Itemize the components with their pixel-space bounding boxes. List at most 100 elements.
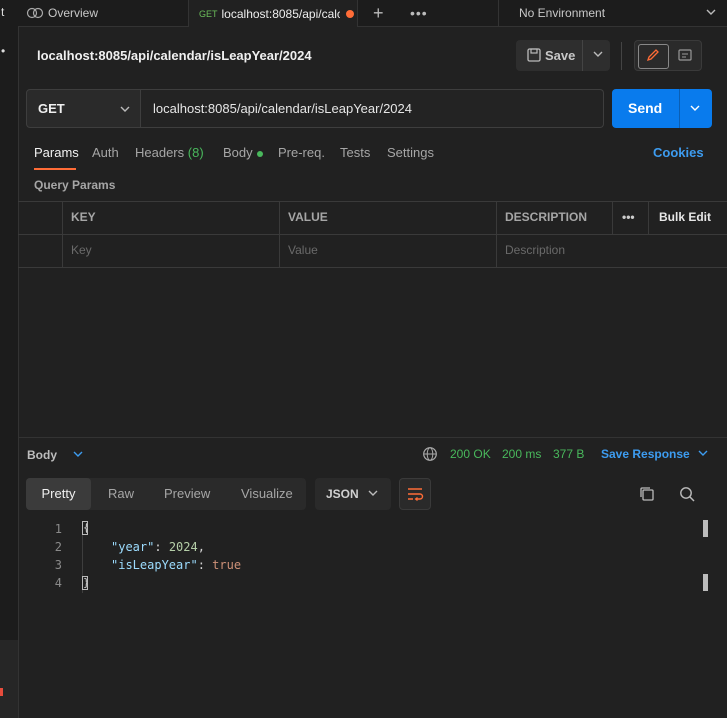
request-title[interactable]: localhost:8085/api/calendar/isLeapYear/2… [37, 48, 312, 63]
json-value-isleapyear: true [212, 558, 242, 572]
body-indicator-dot [256, 150, 263, 157]
tab-tests[interactable]: Tests [340, 145, 370, 160]
table-border [18, 201, 727, 202]
overview-icon [26, 7, 44, 19]
wrap-lines-button[interactable] [399, 478, 431, 510]
column-options-icon[interactable]: ••• [622, 210, 635, 224]
tab-body[interactable]: Body [223, 145, 263, 160]
tab-overview-label: Overview [48, 6, 99, 20]
tab-active-request[interactable]: GET localhost:8085/api/calc [188, 0, 358, 27]
copy-icon[interactable] [638, 485, 656, 503]
save-button[interactable]: Save [516, 40, 610, 71]
left-strip-marker [0, 688, 3, 696]
close-brace: } [82, 576, 88, 590]
query-params-title: Query Params [34, 178, 116, 192]
wrap-lines-icon [408, 488, 424, 501]
headers-count: (8) [187, 145, 204, 160]
chevron-down-icon [706, 9, 716, 15]
json-line-leap: "isLeapYear": true [111, 558, 242, 572]
tab-params[interactable]: Params [34, 145, 79, 160]
cookies-link[interactable]: Cookies [653, 145, 704, 160]
url-input[interactable] [141, 89, 604, 128]
unsaved-dot-icon [345, 9, 354, 18]
response-body-label: Body [27, 448, 57, 462]
tab-prereq[interactable]: Pre-req. [278, 145, 325, 160]
send-divider [679, 89, 680, 128]
environment-label: No Environment [519, 6, 606, 20]
format-selector[interactable]: JSON [315, 478, 391, 510]
save-divider [582, 40, 583, 71]
table-border [496, 201, 497, 268]
tab-active-label: localhost:8085/api/calc [221, 6, 340, 21]
bulk-edit-button[interactable]: Bulk Edit [659, 210, 711, 224]
left-strip-dot: • [1, 44, 6, 58]
json-key-isleapyear: "isLeapYear" [111, 558, 198, 572]
json-value-year: 2024 [168, 540, 198, 554]
view-tab-preview[interactable]: Preview [164, 478, 210, 510]
method-label: GET [38, 101, 65, 116]
header-divider [621, 42, 622, 70]
comment-icon[interactable] [677, 48, 693, 64]
param-value-input[interactable]: Value [288, 243, 318, 257]
chevron-down-icon [73, 451, 83, 457]
left-strip-glyph: t [1, 5, 5, 19]
save-options-chevron-icon[interactable] [592, 48, 604, 60]
tab-overview[interactable]: Overview [26, 0, 186, 26]
table-border [279, 201, 280, 268]
search-icon[interactable] [678, 485, 696, 503]
environment-selector[interactable]: No Environment [498, 0, 727, 26]
tab-body-label: Body [223, 145, 253, 160]
chevron-down-icon [368, 490, 378, 496]
line-number: 3 [54, 558, 62, 572]
column-header-key: KEY [71, 210, 96, 224]
send-button[interactable]: Send [612, 89, 712, 128]
left-strip-bottom [0, 640, 18, 718]
edit-mode-button[interactable] [638, 44, 669, 69]
tab-method-badge: GET [199, 8, 218, 19]
tab-headers-label: Headers [135, 145, 185, 160]
scrollbar-marker [703, 574, 708, 591]
view-tab-visualize[interactable]: Visualize [241, 478, 293, 510]
method-selector[interactable]: GET [26, 89, 141, 128]
new-tab-plus-icon[interactable]: + [373, 0, 384, 26]
chevron-down-icon [120, 106, 130, 112]
tab-headers[interactable]: Headers (8) [135, 145, 204, 160]
globe-icon[interactable] [422, 446, 438, 462]
left-sidebar-strip: t • [0, 0, 19, 718]
column-header-value: VALUE [288, 210, 328, 224]
send-button-label: Send [628, 100, 663, 116]
active-tab-underline [34, 168, 76, 170]
table-border [648, 201, 649, 234]
line-number: 2 [54, 540, 62, 554]
status-code[interactable]: 200 OK [450, 447, 491, 461]
send-options-chevron-icon[interactable] [688, 101, 702, 115]
response-size[interactable]: 377 B [553, 447, 584, 461]
pencil-icon [646, 49, 659, 62]
more-tabs-icon[interactable]: ••• [410, 0, 428, 26]
response-divider[interactable] [18, 437, 727, 438]
view-tab-raw[interactable]: Raw [108, 478, 134, 510]
param-key-input[interactable]: Key [71, 243, 92, 257]
response-time[interactable]: 200 ms [502, 447, 541, 461]
chevron-down-icon [698, 450, 708, 456]
table-border [62, 201, 63, 268]
param-description-input[interactable]: Description [505, 243, 565, 257]
tab-settings[interactable]: Settings [387, 145, 434, 160]
save-icon [527, 48, 541, 62]
format-label: JSON [326, 487, 359, 501]
column-header-description: DESCRIPTION [505, 210, 588, 224]
table-border [612, 201, 613, 234]
table-border [18, 234, 727, 235]
line-number: 1 [54, 522, 62, 536]
save-response-button[interactable]: Save Response [601, 447, 709, 461]
response-view-tabs: Pretty Raw Preview Visualize [26, 478, 306, 510]
open-brace: { [82, 521, 88, 535]
tab-bar: Overview GET localhost:8085/api/calc + •… [18, 0, 727, 27]
scrollbar-thumb[interactable] [703, 520, 708, 537]
view-tab-pretty[interactable]: Pretty [26, 478, 91, 510]
response-body-selector[interactable]: Body [27, 447, 83, 462]
view-mode-toggle[interactable] [634, 40, 702, 71]
tab-auth[interactable]: Auth [92, 145, 119, 160]
table-border [18, 267, 727, 268]
save-response-label: Save Response [601, 447, 690, 461]
